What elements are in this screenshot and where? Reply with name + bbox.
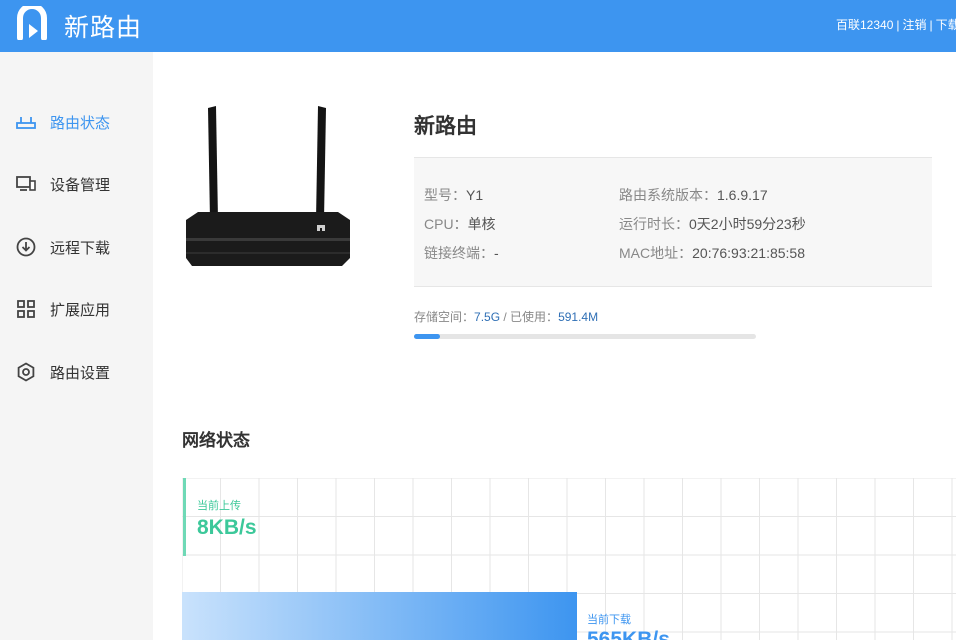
- download-icon: [16, 237, 36, 257]
- download-bar: [182, 592, 577, 640]
- sidebar-item-label: 路由状态: [50, 114, 111, 132]
- firmware-label: 路由系统版本：: [619, 187, 717, 203]
- logout-link[interactable]: 注销: [903, 16, 927, 33]
- apps-grid-icon: [16, 299, 36, 319]
- download-speed: 565KB/s: [587, 628, 670, 640]
- uptime-label: 运行时长：: [619, 216, 689, 232]
- router-icon: [16, 112, 36, 132]
- storage-divider: /: [500, 310, 511, 324]
- firmware-info: 路由系统版本：1.6.9.17: [619, 185, 768, 205]
- top-bar: 新路由 百联12340 | 注销 | 下载: [0, 0, 956, 52]
- mac-label: MAC地址：: [619, 245, 693, 261]
- cpu-value: 单核: [467, 216, 496, 232]
- storage-info: 存储空间：7.5G / 已使用：591.4M: [414, 308, 598, 325]
- sidebar-item-remote-download[interactable]: 远程下载: [0, 227, 153, 267]
- model-label: 型号：: [424, 187, 466, 203]
- cpu-label: CPU：: [424, 216, 468, 232]
- network-traffic-chart: [182, 478, 956, 640]
- sidebar-item-router-status[interactable]: 路由状态: [0, 102, 153, 142]
- sidebar: 路由状态 设备管理 远程下载 扩展应用 路由设置: [0, 52, 153, 640]
- storage-label: 存储空间：: [414, 310, 475, 324]
- clients-info: 链接终端：-: [424, 243, 499, 263]
- link-separator: |: [929, 18, 933, 32]
- mac-value: 20:76:93:21:85:58: [692, 245, 806, 261]
- gear-icon: [16, 362, 36, 382]
- link-separator: |: [896, 18, 900, 32]
- device-title: 新路由: [414, 115, 477, 138]
- sidebar-item-label: 远程下载: [50, 239, 111, 257]
- firmware-value: 1.6.9.17: [717, 187, 768, 203]
- download-label: 当前下载: [587, 614, 631, 626]
- uptime-info: 运行时长：0天2小时59分23秒: [619, 214, 806, 234]
- clients-value: -: [494, 245, 499, 261]
- sidebar-item-label: 设备管理: [50, 176, 111, 194]
- download-link[interactable]: 下载: [936, 16, 956, 33]
- model-info: 型号：Y1: [424, 185, 483, 205]
- traffic-grid: [182, 478, 956, 640]
- router-image: [186, 106, 350, 266]
- brand-name: 新路由: [64, 14, 143, 42]
- network-section-title: 网络状态: [182, 431, 250, 450]
- model-value: Y1: [466, 187, 484, 203]
- storage-progress-bar: [414, 334, 756, 339]
- cpu-info: CPU：单核: [424, 214, 496, 234]
- logo-icon: [17, 6, 47, 40]
- account-links: 百联12340 | 注销 | 下载: [836, 16, 956, 33]
- clients-label: 链接终端：: [424, 245, 494, 261]
- upload-indicator-bar: [183, 478, 186, 556]
- upload-speed: 8KB/s: [197, 516, 257, 539]
- sidebar-item-extensions[interactable]: 扩展应用: [0, 289, 153, 329]
- devices-icon: [16, 174, 36, 194]
- used-label: 已使用：: [510, 310, 559, 324]
- storage-value: 7.5G: [474, 310, 501, 324]
- mac-info: MAC地址：20:76:93:21:85:58: [619, 243, 805, 263]
- sidebar-item-label: 路由设置: [50, 364, 111, 382]
- sidebar-item-device-management[interactable]: 设备管理: [0, 164, 153, 204]
- upload-label: 当前上传: [197, 500, 241, 512]
- sidebar-item-label: 扩展应用: [50, 301, 111, 319]
- uptime-value: 0天2小时59分23秒: [689, 216, 806, 232]
- sidebar-item-router-settings[interactable]: 路由设置: [0, 352, 153, 392]
- account-name: 百联12340: [836, 18, 894, 32]
- used-value: 591.4M: [558, 310, 599, 324]
- storage-progress-fill: [414, 334, 441, 339]
